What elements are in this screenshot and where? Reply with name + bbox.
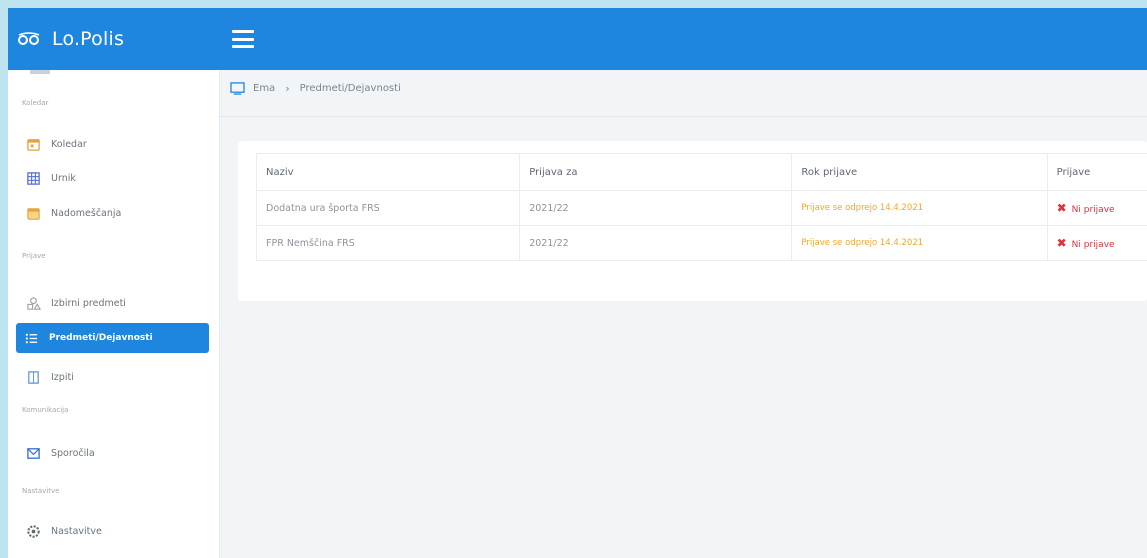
column-header-naziv: Naziv <box>255 153 520 191</box>
breadcrumb-home-link[interactable]: Ema <box>253 83 275 94</box>
calendar-swap-icon <box>27 207 40 220</box>
scrolled-item-icon <box>30 70 50 74</box>
cell-prijave: ✖ Ni prijave <box>1046 190 1147 226</box>
sidebar-section-koledar: Koledar <box>22 99 49 107</box>
breadcrumb: Ema › Predmeti/Dejavnosti <box>230 82 401 95</box>
app-frame: Lo.Polis Koledar Koledar Urnik Nadomešča… <box>8 8 1147 558</box>
list-icon <box>25 333 38 343</box>
sidebar-item-label: Sporočila <box>51 447 95 459</box>
cell-prijava-za: 2021/22 <box>519 225 792 261</box>
table-row[interactable]: FPR Nemščina FRS 2021/22 Prijave se odpr… <box>255 225 1147 261</box>
grid-icon <box>27 171 40 185</box>
sidebar-item-label: Predmeti/Dejavnosti <box>49 333 153 343</box>
sidebar-item-koledar[interactable]: Koledar <box>18 132 208 156</box>
sidebar-item-label: Koledar <box>51 138 87 150</box>
mail-icon <box>27 447 40 459</box>
sidebar-item-sporocila[interactable]: Sporočila <box>18 441 208 465</box>
column-header-prijava-za: Prijava za <box>519 153 792 191</box>
chevron-right-icon: › <box>285 82 290 95</box>
prijave-status: Ni prijave <box>1071 240 1115 250</box>
cell-prijava-za: 2021/22 <box>519 190 792 226</box>
sidebar-item-izpiti[interactable]: Izpiti <box>18 365 208 389</box>
sidebar-section-komunikacija: Komunikacija <box>22 406 69 414</box>
monitor-icon <box>230 82 245 95</box>
activities-table: Naziv Prijava za Rok prijave Prijave Dod… <box>255 153 1147 261</box>
column-header-rok-prijave: Rok prijave <box>791 153 1048 191</box>
sidebar-item-label: Izpiti <box>51 371 74 383</box>
sidebar-item-label: Urnik <box>51 172 76 184</box>
close-icon: ✖ <box>1056 236 1067 250</box>
column-header-prijave: Prijave <box>1046 153 1147 191</box>
table-row[interactable]: Dodatna ura športa FRS 2021/22 Prijave s… <box>255 190 1147 226</box>
close-icon: ✖ <box>1056 201 1067 215</box>
sidebar-item-predmeti-dejavnosti[interactable]: Predmeti/Dejavnosti <box>16 323 209 353</box>
cell-naziv: Dodatna ura športa FRS <box>255 190 520 226</box>
sidebar-section-nastavitve: Nastavitve <box>22 487 60 495</box>
gear-icon <box>27 524 40 538</box>
cell-prijave: ✖ Ni prijave <box>1046 225 1147 261</box>
sidebar-item-nastavitve[interactable]: Nastavitve <box>18 519 208 543</box>
hamburger-menu-icon[interactable] <box>232 30 254 48</box>
app-name: Lo.Polis <box>52 28 125 50</box>
sidebar-item-urnik[interactable]: Urnik <box>18 166 208 190</box>
table-header-row: Naziv Prijava za Rok prijave Prijave <box>255 153 1147 191</box>
document-icon <box>28 370 39 384</box>
prijave-status: Ni prijave <box>1071 205 1115 215</box>
sidebar-section-prijave: Prijave <box>22 252 46 260</box>
calendar-icon <box>27 138 40 151</box>
sidebar-item-izbirni-predmeti[interactable]: Izbirni predmeti <box>18 291 208 315</box>
brand[interactable]: Lo.Polis <box>8 8 220 70</box>
cell-naziv: FPR Nemščina FRS <box>255 225 520 261</box>
cell-rok-prijave: Prijave se odprejo 14.4.2021 <box>791 190 1048 226</box>
breadcrumb-current: Predmeti/Dejavnosti <box>299 83 401 94</box>
cell-rok-prijave: Prijave se odprejo 14.4.2021 <box>791 225 1048 261</box>
shapes-icon <box>27 296 41 310</box>
sidebar-item-nadomescanja[interactable]: Nadomeščanja <box>18 201 208 225</box>
header-divider <box>220 116 1147 117</box>
top-bar: Lo.Polis <box>8 8 1147 70</box>
sidebar-item-label: Nadomeščanja <box>51 207 122 219</box>
sidebar: Koledar Koledar Urnik Nadomeščanja Prija… <box>8 70 220 558</box>
content-card: Naziv Prijava za Rok prijave Prijave Dod… <box>238 141 1147 301</box>
sidebar-item-label: Nastavitve <box>51 525 102 537</box>
sidebar-item-label: Izbirni predmeti <box>51 297 126 309</box>
logo-icon <box>18 32 40 45</box>
